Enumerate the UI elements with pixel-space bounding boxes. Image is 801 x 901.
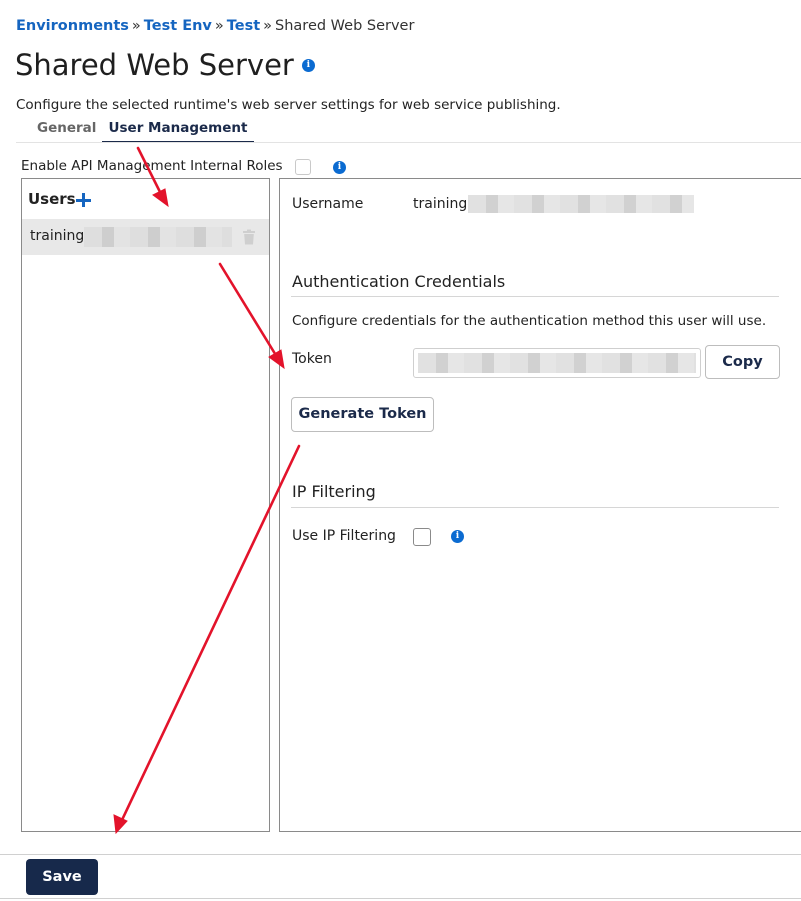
save-button[interactable]: Save (26, 859, 98, 895)
enable-roles-checkbox[interactable] (295, 159, 311, 175)
redacted-text (418, 353, 696, 373)
enable-roles-label: Enable API Management Internal Roles (21, 158, 283, 174)
user-name: training (30, 228, 85, 244)
username-label: Username (292, 196, 364, 212)
page-subtitle: Configure the selected runtime's web ser… (16, 97, 561, 113)
breadcrumb-current: Shared Web Server (275, 18, 415, 34)
breadcrumb-link-test[interactable]: Test (227, 18, 260, 34)
token-label: Token (292, 351, 332, 367)
users-panel (21, 178, 270, 832)
redacted-text (468, 195, 694, 213)
use-ip-filtering-checkbox[interactable] (413, 528, 431, 546)
page-title: Shared Web Server i (15, 48, 315, 82)
breadcrumb-separator: » (214, 18, 224, 34)
footer-divider (0, 854, 801, 855)
redacted-text (84, 227, 232, 247)
bottom-divider (0, 898, 801, 899)
breadcrumb-link-environments[interactable]: Environments (16, 18, 129, 34)
users-header: Users (28, 190, 76, 208)
use-ip-filtering-label: Use IP Filtering (292, 528, 396, 544)
ip-filtering-title: IP Filtering (292, 482, 376, 501)
plus-icon[interactable] (76, 190, 91, 208)
section-divider (291, 296, 779, 297)
trash-icon[interactable] (242, 229, 256, 245)
auth-credentials-title: Authentication Credentials (292, 272, 506, 291)
breadcrumb-separator: » (131, 18, 141, 34)
token-input[interactable] (413, 348, 701, 378)
info-icon[interactable]: i (333, 161, 346, 174)
user-list-item[interactable]: training (22, 219, 269, 255)
breadcrumb: Environments» Test Env» Test» Shared Web Se… (16, 18, 414, 34)
breadcrumb-separator: » (263, 18, 273, 34)
copy-button[interactable]: Copy (705, 345, 780, 379)
auth-credentials-description: Configure credentials for the authentica… (292, 313, 767, 329)
breadcrumb-link-test-env[interactable]: Test Env (144, 18, 212, 34)
tab-user-management[interactable]: User Management (102, 119, 254, 143)
tab-general[interactable]: General (37, 119, 96, 141)
tabs-divider (16, 142, 801, 143)
info-icon[interactable]: i (301, 59, 315, 72)
username-value: training (413, 196, 468, 212)
generate-token-button[interactable]: Generate Token (291, 397, 434, 432)
section-divider (291, 507, 779, 508)
page-title-text: Shared Web Server (15, 48, 294, 82)
info-icon[interactable]: i (451, 530, 464, 543)
